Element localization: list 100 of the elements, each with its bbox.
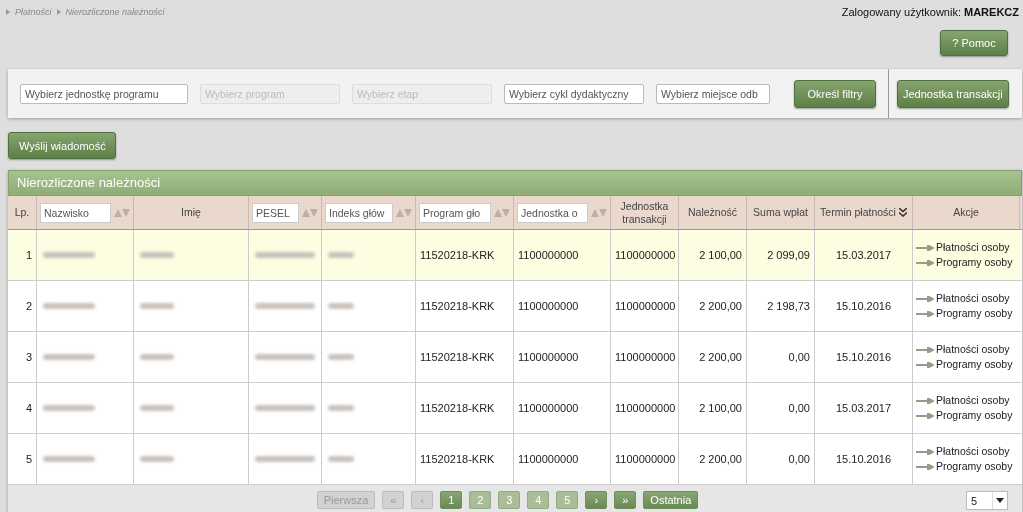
action-link[interactable]: Programy osoby [916, 306, 1013, 321]
blurred-text [328, 456, 354, 462]
blurred-text [140, 303, 174, 309]
sort-descending-icon[interactable] [898, 208, 907, 217]
table-cell: 1 [8, 230, 37, 280]
action-link[interactable]: Programy osoby [916, 408, 1013, 423]
blurred-text [43, 252, 95, 258]
action-link[interactable]: Płatności osoby [916, 393, 1010, 408]
table-cell: 0,00 [747, 434, 815, 484]
blurred-text [43, 303, 95, 309]
table-cell: 0,00 [747, 383, 815, 433]
table-cell: 2 200,00 [679, 332, 747, 382]
table-title-bar: Nierozliczone należności [8, 170, 1022, 196]
blurred-text [43, 456, 95, 462]
column-filter-field[interactable]: Jednostka o [517, 202, 588, 223]
table-cell: 15.03.2017 [815, 383, 913, 433]
table-cell: 11520218-KRK [416, 434, 514, 484]
table-row[interactable]: 2 11520218-KRK 1100000000 1100000000 2 200,00 2 198,73 15.10.2016 Płatności osoby Programy osoby [8, 281, 1022, 332]
table-cell: 15.10.2016 [815, 332, 913, 382]
table-cell: 15.10.2016 [815, 281, 913, 331]
sort-icon[interactable] [302, 208, 318, 217]
table-cell: 11520218-KRK [416, 281, 514, 331]
table-cell: 1100000000 [514, 230, 611, 280]
help-button[interactable]: ? Pomoc [940, 30, 1008, 56]
action-link[interactable]: Płatności osoby [916, 240, 1010, 255]
chevron-icon [56, 9, 61, 15]
blurred-text [255, 252, 315, 258]
column-filter-field[interactable]: Program gło [419, 202, 491, 223]
sort-icon[interactable] [396, 208, 412, 217]
table-cell: 1100000000 [514, 281, 611, 331]
page-size-dropdown[interactable]: 5 [966, 491, 1008, 510]
column-label: Imię [181, 206, 201, 219]
column-filter-field[interactable]: Indeks głów [325, 202, 393, 223]
arrow-icon [916, 413, 934, 420]
blurred-text [255, 354, 315, 360]
table-cell: 1100000000 [611, 281, 679, 331]
table-cell: 3 [8, 332, 37, 382]
column-label: Należność [688, 206, 737, 219]
table-cell: 15.03.2017 [815, 230, 913, 280]
arrow-icon [916, 296, 934, 303]
table-cell: 1100000000 [611, 434, 679, 484]
column-label: Jednostka transakcji [619, 199, 670, 226]
action-link[interactable]: Płatności osoby [916, 291, 1010, 306]
table-cell: 2 [8, 281, 37, 331]
filter-field[interactable]: Wybierz jednostkę programu [20, 83, 188, 104]
table-cell: 2 100,00 [679, 230, 747, 280]
blurred-text [255, 456, 315, 462]
table-cell: 2 099,09 [747, 230, 815, 280]
chevron-icon [6, 9, 10, 15]
arrow-icon [916, 311, 934, 318]
transaction-unit-button[interactable]: Jednostka transakcji [897, 79, 1009, 108]
table-cell: 1100000000 [611, 332, 679, 382]
blurred-text [43, 405, 95, 411]
table-cell: 0,00 [747, 332, 815, 382]
blurred-text [255, 303, 315, 309]
table-row[interactable]: 1 11520218-KRK 1100000000 1100000000 2 100,00 2 099,09 15.03.2017 Płatności osoby Programy osoby [8, 230, 1022, 281]
blurred-text [140, 354, 174, 360]
dropdown-caret-icon [996, 498, 1004, 503]
table-cell: 2 100,00 [679, 383, 747, 433]
table-cell: 2 198,73 [747, 281, 815, 331]
arrow-icon [916, 449, 934, 456]
sort-icon[interactable] [591, 208, 607, 217]
column-filter-field[interactable]: Nazwisko [40, 202, 111, 223]
blurred-text [140, 456, 174, 462]
send-message-button[interactable]: Wyślij wiadomość [8, 132, 116, 159]
action-link[interactable]: Płatności osoby [916, 342, 1010, 357]
column-label: Akcje [953, 206, 979, 219]
arrow-icon [916, 245, 934, 252]
table-cell: 11520218-KRK [416, 383, 514, 433]
table-row[interactable]: 3 11520218-KRK 1100000000 1100000000 2 200,00 0,00 15.10.2016 Płatności osoby Programy osoby [8, 332, 1022, 383]
table-cell: 11520218-KRK [416, 230, 514, 280]
action-link[interactable]: Płatności osoby [916, 444, 1010, 459]
filter-field[interactable]: Wybierz cykl dydaktyczny [504, 83, 644, 104]
table-row[interactable]: 4 11520218-KRK 1100000000 1100000000 2 100,00 0,00 15.03.2017 Płatności osoby Programy osoby [8, 383, 1022, 434]
table-cell: 1100000000 [611, 383, 679, 433]
table-cell: 1100000000 [611, 230, 679, 280]
table-row[interactable]: 5 11520218-KRK 1100000000 1100000000 2 200,00 0,00 15.10.2016 Płatności osoby Programy osoby [8, 434, 1022, 485]
blurred-text [140, 252, 174, 258]
table-cell: 2 200,00 [679, 281, 747, 331]
arrow-icon [916, 398, 934, 405]
sort-icon[interactable] [114, 208, 130, 217]
action-link[interactable]: Programy osoby [916, 255, 1013, 270]
filter-field[interactable]: Wybierz miejsce odb [656, 83, 770, 104]
blurred-text [328, 354, 354, 360]
blurred-text [328, 303, 354, 309]
arrow-icon [916, 347, 934, 354]
sort-icon[interactable] [494, 208, 510, 217]
column-label: Lp. [14, 206, 30, 219]
logged-user-text: Zalogowany użytkownik: MAREKCZ [841, 6, 1019, 18]
action-link[interactable]: Programy osoby [916, 459, 1013, 474]
column-filter-field[interactable]: PESEL [252, 202, 299, 223]
apply-filters-button[interactable]: Określ filtry [794, 79, 876, 108]
blurred-text [328, 405, 354, 411]
table-cell: 4 [8, 383, 37, 433]
arrow-icon [916, 464, 934, 471]
table-cell: 1100000000 [514, 434, 611, 484]
table-cell: 15.10.2016 [815, 434, 913, 484]
table-cell: 1100000000 [514, 332, 611, 382]
action-link[interactable]: Programy osoby [916, 357, 1013, 372]
column-label[interactable]: Termin płatności [820, 206, 896, 219]
